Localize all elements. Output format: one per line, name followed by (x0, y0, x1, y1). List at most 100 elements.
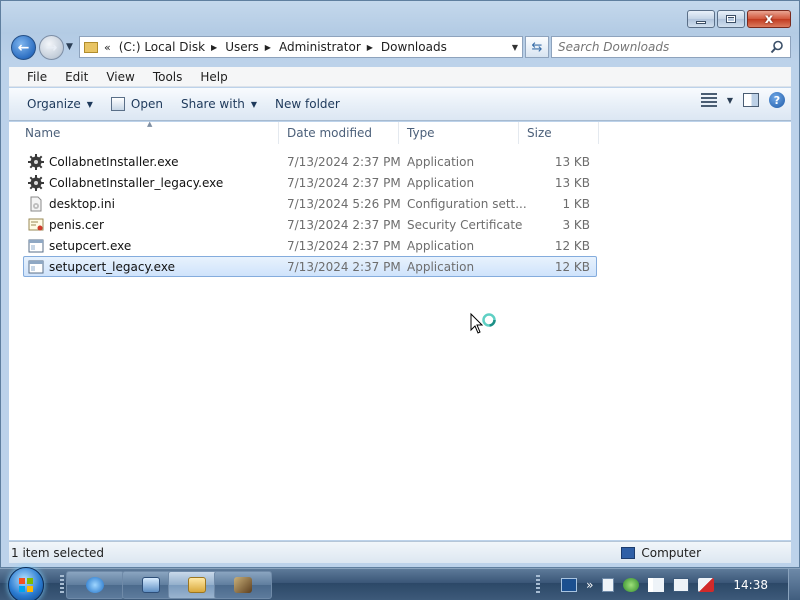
file-type: Application (407, 259, 475, 274)
close-button[interactable]: x (747, 10, 791, 28)
forward-button[interactable]: → (39, 35, 64, 60)
file-row[interactable]: setupcert.exe 7/13/2024 2:37 PM Applicatio… (23, 235, 597, 256)
selection-status: 1 item selected (11, 545, 105, 560)
chevron-down-icon: ▼ (250, 99, 258, 109)
minimize-icon (696, 20, 706, 24)
file-type: Configuration sett... (407, 196, 527, 211)
breadcrumb-separator-icon[interactable]: ▶ (265, 43, 271, 52)
change-view-icon[interactable] (700, 93, 717, 107)
file-type: Application (407, 175, 475, 190)
start-button[interactable] (8, 567, 44, 600)
file-name: setupcert.exe (49, 238, 132, 253)
column-header-type[interactable]: Type (399, 122, 519, 144)
maximize-button[interactable] (717, 10, 745, 28)
file-name-cell[interactable]: penis.cer (24, 217, 287, 233)
search-box[interactable] (551, 36, 791, 58)
file-name: CollabnetInstaller_legacy.exe (49, 175, 224, 190)
volume-muted-icon[interactable] (698, 578, 715, 592)
network-icon[interactable] (673, 578, 690, 592)
show-desktop-button[interactable] (788, 569, 800, 600)
preview-pane-icon[interactable] (743, 93, 759, 107)
security-shield-icon[interactable] (623, 578, 640, 592)
menu-tools[interactable]: Tools (144, 70, 192, 84)
taskbar-internet-explorer[interactable] (66, 571, 124, 599)
file-row[interactable]: desktop.ini 7/13/2024 5:26 PM Configuratio… (23, 193, 597, 214)
open-button[interactable]: Open (102, 92, 172, 116)
file-name-cell[interactable]: desktop.ini (24, 196, 287, 212)
refresh-button[interactable]: ⇆ (525, 36, 549, 58)
column-header-size[interactable]: Size (519, 122, 599, 144)
chevron-down-icon[interactable]: ▼ (727, 96, 733, 105)
file-name: setupcert_legacy.exe (49, 259, 175, 274)
help-icon[interactable]: ? (769, 92, 785, 108)
file-name-cell[interactable]: setupcert_legacy.exe (24, 259, 287, 275)
breadcrumb-downloads[interactable]: Downloads (381, 40, 447, 54)
file-size: 13 KB (554, 154, 590, 169)
location-label: Computer (641, 545, 701, 560)
folder-icon (188, 577, 206, 593)
ini-file-icon (28, 196, 44, 212)
show-hidden-icons-button[interactable]: » (586, 578, 593, 592)
file-name: penis.cer (49, 217, 104, 232)
search-input[interactable] (558, 40, 758, 54)
menu-file[interactable]: File (9, 70, 56, 84)
exe-gear-icon (28, 174, 44, 191)
file-type: Security Certificate (407, 217, 523, 232)
exe-window-icon (28, 238, 44, 254)
taskbar-grip[interactable] (60, 575, 64, 595)
command-bar: Organize ▼ Open Share with ▼ New folder … (9, 88, 791, 121)
action-center-flag-icon[interactable] (648, 578, 665, 592)
clock[interactable]: 14:38 (733, 578, 768, 592)
computer-icon (621, 546, 636, 559)
network-monitor-icon[interactable] (561, 578, 578, 592)
taskbar-grip[interactable] (536, 575, 540, 595)
explorer-window: x ← → ▼ « (C:) Local Disk ▶ Users ▶ Admi… (0, 0, 800, 568)
column-header-name[interactable]: ▲ Name (9, 120, 279, 144)
column-name-label: Name (25, 126, 61, 140)
share-with-button[interactable]: Share with ▼ (172, 92, 266, 116)
file-list-pane: ▲ Name Date modified Type Size Collabnet… (9, 120, 791, 540)
breadcrumb-separator-icon[interactable]: ▶ (367, 43, 373, 52)
file-row[interactable]: CollabnetInstaller_legacy.exe 7/13/2024 2… (23, 172, 597, 193)
menu-help[interactable]: Help (191, 70, 236, 84)
file-row[interactable]: penis.cer 7/13/2024 2:37 PM Security Certi… (23, 214, 597, 235)
document-icon[interactable] (602, 578, 615, 592)
view-controls: ▼ ? (700, 92, 785, 108)
file-row[interactable]: setupcert_legacy.exe 7/13/2024 2:37 PM App… (23, 256, 597, 277)
menu-view[interactable]: View (97, 70, 143, 84)
address-bar[interactable]: « (C:) Local Disk ▶ Users ▶ Administrato… (79, 36, 523, 58)
organize-button[interactable]: Organize ▼ (18, 92, 102, 116)
location-status: Computer (621, 546, 701, 560)
breadcrumb-users[interactable]: Users (225, 40, 259, 54)
file-date: 7/13/2024 2:37 PM (287, 154, 401, 169)
file-name-cell[interactable]: CollabnetInstaller.exe (24, 153, 287, 170)
file-type: Application (407, 238, 475, 253)
file-row[interactable]: CollabnetInstaller.exe 7/13/2024 2:37 PM A… (23, 151, 597, 172)
file-type: Application (407, 154, 475, 169)
recent-pages-dropdown[interactable]: ▼ (66, 42, 73, 52)
forward-arrow-icon: → (45, 39, 58, 56)
menu-edit[interactable]: Edit (56, 70, 97, 84)
file-name-cell[interactable]: setupcert.exe (24, 238, 287, 254)
address-dropdown-icon[interactable]: ▼ (512, 43, 518, 52)
certificate-icon (28, 217, 44, 233)
taskbar-tool-app[interactable] (214, 571, 272, 599)
file-name-cell[interactable]: CollabnetInstaller_legacy.exe (24, 174, 287, 191)
back-button[interactable]: ← (11, 35, 36, 60)
file-size: 12 KB (554, 259, 590, 274)
breadcrumb-overflow[interactable]: « (104, 41, 111, 54)
column-header-date[interactable]: Date modified (279, 122, 399, 144)
system-tray: » 14:38 (561, 569, 800, 600)
new-folder-button[interactable]: New folder (266, 92, 349, 116)
file-date: 7/13/2024 2:37 PM (287, 217, 401, 232)
exe-gear-icon (28, 153, 44, 170)
breadcrumb-separator-icon[interactable]: ▶ (211, 43, 217, 52)
search-icon[interactable] (770, 40, 784, 54)
file-date: 7/13/2024 2:37 PM (287, 175, 401, 190)
file-size: 12 KB (554, 238, 590, 253)
busy-cursor-icon (470, 312, 496, 334)
breadcrumb-local-disk[interactable]: (C:) Local Disk (119, 40, 205, 54)
tool-app-icon (234, 577, 252, 593)
breadcrumb-administrator[interactable]: Administrator (279, 40, 361, 54)
minimize-button[interactable] (687, 10, 715, 28)
